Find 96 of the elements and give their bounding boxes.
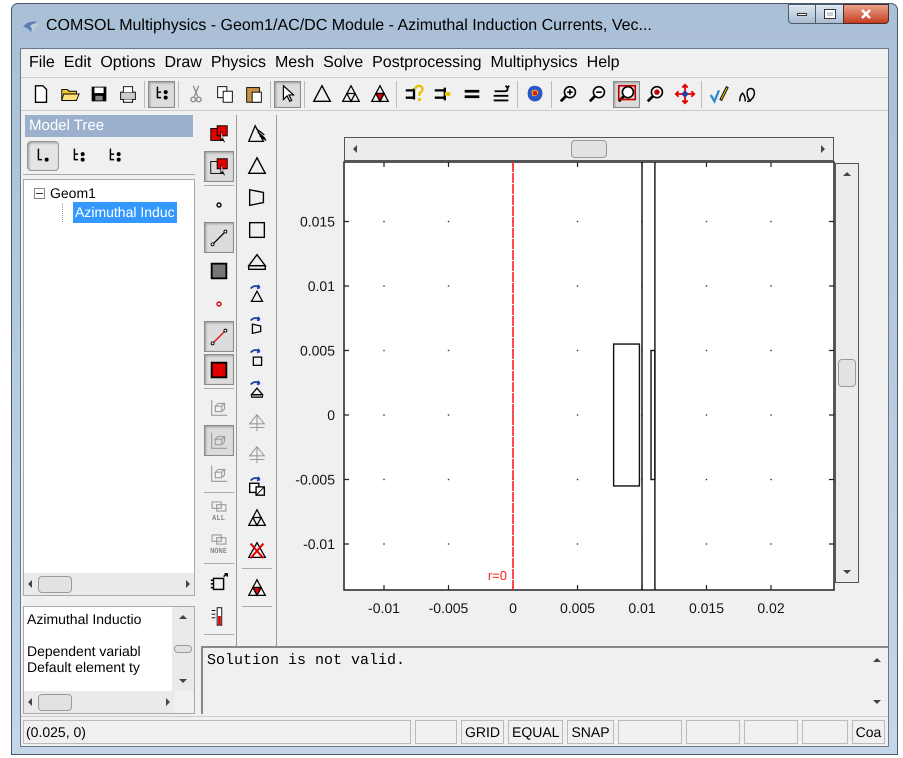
- scroll-down-icon: [179, 679, 187, 683]
- menu-item[interactable]: Multiphysics: [486, 51, 582, 75]
- y-tick-label: 0.005: [300, 342, 335, 358]
- x-tick-label: 0.015: [688, 600, 724, 616]
- scroll-up-icon: [873, 658, 881, 662]
- scrollbar-thumb[interactable]: [38, 576, 72, 592]
- scrollbar-thumb[interactable]: [838, 359, 856, 387]
- x-tick-label: 0.02: [757, 600, 785, 616]
- minimize-icon: [797, 12, 807, 16]
- x-tick-label: 0.005: [560, 600, 596, 616]
- status-field: [744, 720, 798, 744]
- tool-button[interactable]: [204, 151, 234, 182]
- scroll-right-icon: [166, 698, 170, 706]
- point-icon: [216, 202, 222, 208]
- view-button[interactable]: [27, 140, 59, 170]
- triangle-icon: [310, 83, 332, 105]
- triangle-mesh-icon: [340, 83, 362, 105]
- group-select-icon: [210, 501, 226, 512]
- menu-item[interactable]: Physics: [206, 51, 270, 75]
- vertical-scrollbar[interactable]: [835, 163, 859, 583]
- pencil-check-icon: [708, 83, 730, 105]
- zoom-window-icon: [616, 83, 638, 105]
- status-toggle[interactable]: GRID: [461, 720, 504, 744]
- maximize-button[interactable]: [816, 4, 843, 24]
- y-tick-label: -0.005: [295, 472, 335, 488]
- boxes-cursor-icon: [208, 122, 230, 144]
- move-arrows-icon: [674, 83, 696, 105]
- window-title: COMSOL Multiphysics - Geom1/AC/DC Module - Azimuthal Induction Currents, Vec...: [46, 16, 652, 36]
- box-outline-cursor-icon: [208, 156, 230, 178]
- y-tick-label: 0: [327, 407, 335, 423]
- scroll-right-icon: [186, 580, 190, 588]
- toolbar-button[interactable]: [613, 80, 640, 108]
- group-select-icon: [210, 534, 226, 545]
- log-message: Solution is not valid.: [206, 651, 406, 671]
- status-field: [415, 720, 457, 744]
- x-tick-label: 0: [509, 600, 517, 616]
- menu-item[interactable]: File: [25, 51, 59, 75]
- tool-button[interactable]: [204, 354, 234, 385]
- vertical-scrollbar[interactable]: [172, 607, 194, 691]
- x-tick-label: -0.005: [428, 600, 468, 616]
- menu-item[interactable]: Edit: [60, 51, 96, 75]
- scroll-up-icon: [179, 615, 187, 619]
- menu-item[interactable]: Solve: [319, 51, 368, 75]
- horizontal-scrollbar[interactable]: [344, 137, 834, 161]
- triangle-filled-icon: [368, 83, 390, 105]
- tool-button[interactable]: [204, 222, 234, 253]
- triangle-filled-icon: [246, 576, 268, 598]
- toolbar-button[interactable]: [274, 80, 301, 108]
- tree-item[interactable]: Geom1: [49, 183, 97, 204]
- triangle-icon: [246, 154, 268, 176]
- axis-label: r=0: [488, 568, 507, 583]
- menu-item[interactable]: Mesh: [270, 51, 318, 75]
- scroll-up-icon: [843, 172, 851, 176]
- horizontal-scrollbar[interactable]: [24, 573, 194, 595]
- close-icon: [860, 9, 872, 19]
- coordinates-readout: (0.025, 0): [23, 720, 411, 744]
- y-tick-label: 0.01: [308, 278, 335, 294]
- menu-item[interactable]: Draw: [160, 51, 206, 75]
- point-marker-icon: [216, 300, 222, 306]
- status-toggle[interactable]: EQUAL: [508, 720, 564, 744]
- menu-item[interactable]: Options: [96, 51, 160, 75]
- scrollbar-thumb[interactable]: [38, 694, 72, 710]
- scroll-left-icon: [28, 698, 32, 706]
- line-icon: [208, 226, 230, 248]
- scroll-right-icon: [821, 145, 825, 153]
- scroll-down-icon: [843, 570, 851, 574]
- status-field: [618, 720, 682, 744]
- scrollbar-thumb[interactable]: [571, 140, 607, 158]
- menu-item[interactable]: Help: [582, 51, 624, 75]
- status-field: [802, 720, 848, 744]
- status-field: [686, 720, 740, 744]
- minimize-button[interactable]: [788, 4, 816, 24]
- x-tick-label: 0.01: [628, 600, 656, 616]
- restore-icon: [824, 10, 834, 18]
- hatched-triangle-icon: [246, 122, 268, 144]
- info-line: Dependent variabl: [27, 643, 142, 659]
- scroll-left-icon: [353, 145, 357, 153]
- info-line: Default element ty: [27, 659, 141, 675]
- y-tick-label: 0.015: [300, 214, 335, 230]
- y-tick-label: -0.01: [303, 536, 335, 552]
- scrollbar-thumb[interactable]: [174, 645, 192, 653]
- menu-item[interactable]: Postprocessing: [368, 51, 486, 75]
- toolbar-button[interactable]: [148, 80, 175, 108]
- status-toggle[interactable]: SNAP: [567, 720, 614, 744]
- line-segment-icon: [208, 326, 230, 348]
- triangle-mesh-icon: [246, 506, 268, 528]
- info-line: Azimuthal Inductio: [27, 611, 142, 627]
- collapse-toggle[interactable]: [34, 188, 45, 199]
- geometry-drawing[interactable]: [612, 161, 656, 591]
- status-field: Coa: [852, 720, 886, 744]
- scroll-left-icon: [28, 580, 32, 588]
- scroll-down-icon: [873, 700, 881, 704]
- close-button[interactable]: [843, 4, 889, 24]
- horizontal-scrollbar[interactable]: [24, 691, 174, 713]
- x-tick-label: -0.01: [368, 600, 400, 616]
- tree-header: Model Tree: [25, 115, 193, 137]
